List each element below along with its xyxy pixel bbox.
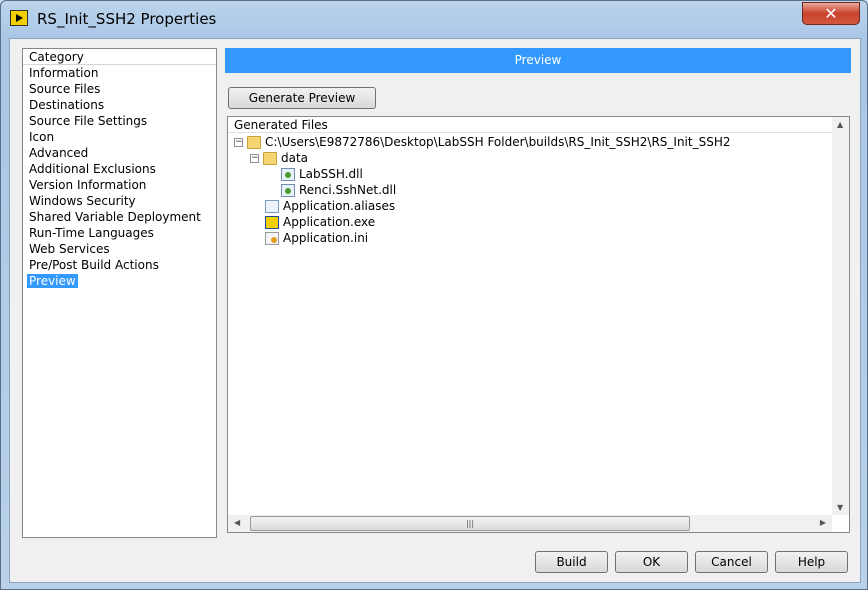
close-button[interactable]: ✕ [802, 2, 860, 25]
dialog-body: Category Information Source Files Destin… [9, 38, 861, 583]
vertical-scrollbar[interactable]: ▲ ▼ [832, 117, 849, 515]
category-label: Icon [29, 130, 55, 144]
node-label: C:\Users\E9872786\Desktop\LabSSH Folder\… [265, 135, 731, 149]
ok-button[interactable]: OK [615, 551, 688, 573]
labview-exe-icon [265, 215, 279, 229]
build-button[interactable]: Build [535, 551, 608, 573]
dll-icon [281, 183, 295, 197]
tree-node-file[interactable]: Application.ini [265, 230, 368, 246]
category-label: Windows Security [29, 194, 136, 208]
category-list[interactable]: Category Information Source Files Destin… [22, 48, 217, 538]
generated-files-tree[interactable]: Generated Files − C:\Users\E9872786\Deskt… [227, 116, 850, 533]
category-label: Destinations [29, 98, 105, 112]
window-title: RS_Init_SSH2 Properties [37, 10, 217, 28]
category-label: Source Files [29, 82, 101, 96]
category-label: Advanced [29, 146, 89, 160]
scroll-up-icon[interactable]: ▲ [837, 120, 843, 129]
horizontal-scrollbar[interactable]: ◀ ||| ▶ [228, 515, 832, 532]
tree-node-file[interactable]: Application.aliases [265, 198, 395, 214]
category-item-preview[interactable]: Preview [23, 273, 216, 289]
category-item-icon[interactable]: Icon [23, 129, 216, 145]
node-label: LabSSH.dll [299, 167, 363, 181]
category-item-shared-variable-deployment[interactable]: Shared Variable Deployment [23, 209, 216, 225]
category-label: Version Information [29, 178, 147, 192]
collapse-icon[interactable]: − [250, 153, 259, 163]
category-item-destinations[interactable]: Destinations [23, 97, 216, 113]
generated-files-header: Generated Files [228, 117, 849, 133]
tree-node-file[interactable]: Application.exe [265, 214, 375, 230]
tree-node-root[interactable]: − C:\Users\E9872786\Desktop\LabSSH Folder… [234, 134, 730, 150]
folder-icon [247, 135, 261, 149]
category-item-windows-security[interactable]: Windows Security [23, 193, 216, 209]
document-icon [265, 199, 279, 213]
node-label: Application.exe [283, 215, 376, 229]
node-label: Application.aliases [283, 199, 396, 213]
folder-icon [263, 151, 277, 165]
category-label: Web Services [29, 242, 110, 256]
scroll-left-icon[interactable]: ◀ [234, 518, 240, 527]
category-label: Additional Exclusions [29, 162, 156, 176]
category-label: Preview [27, 274, 78, 288]
node-label: data [281, 151, 309, 165]
category-header: Category [23, 49, 216, 65]
scroll-right-icon[interactable]: ▶ [820, 518, 826, 527]
category-item-pre-post-build-actions[interactable]: Pre/Post Build Actions [23, 257, 216, 273]
generate-preview-button[interactable]: Generate Preview [228, 87, 376, 109]
cancel-button[interactable]: Cancel [695, 551, 768, 573]
preview-header: Preview [225, 48, 851, 73]
category-label: Source File Settings [29, 114, 148, 128]
collapse-icon[interactable]: − [234, 137, 243, 147]
node-label: Application.ini [283, 231, 369, 245]
category-item-web-services[interactable]: Web Services [23, 241, 216, 257]
category-label: Information [29, 66, 99, 80]
category-item-source-file-settings[interactable]: Source File Settings [23, 113, 216, 129]
tree-node-file[interactable]: LabSSH.dll [281, 166, 363, 182]
category-item-advanced[interactable]: Advanced [23, 145, 216, 161]
ini-file-icon [265, 231, 279, 245]
dll-icon [281, 167, 295, 181]
category-item-version-information[interactable]: Version Information [23, 177, 216, 193]
node-label: Renci.SshNet.dll [299, 183, 397, 197]
labview-app-icon [10, 10, 28, 26]
category-item-information[interactable]: Information [23, 65, 216, 81]
category-item-additional-exclusions[interactable]: Additional Exclusions [23, 161, 216, 177]
category-label: Run-Time Languages [29, 226, 154, 240]
category-item-source-files[interactable]: Source Files [23, 81, 216, 97]
category-label: Pre/Post Build Actions [29, 258, 159, 272]
category-item-run-time-languages[interactable]: Run-Time Languages [23, 225, 216, 241]
properties-window: RS_Init_SSH2 Properties ✕ Category Infor… [0, 0, 868, 590]
tree-node-file[interactable]: Renci.SshNet.dll [281, 182, 396, 198]
help-button[interactable]: Help [775, 551, 848, 573]
scroll-down-icon[interactable]: ▼ [837, 503, 843, 512]
scrollbar-thumb[interactable]: ||| [250, 516, 690, 531]
category-label: Shared Variable Deployment [29, 210, 201, 224]
tree-node-data[interactable]: − data [250, 150, 308, 166]
